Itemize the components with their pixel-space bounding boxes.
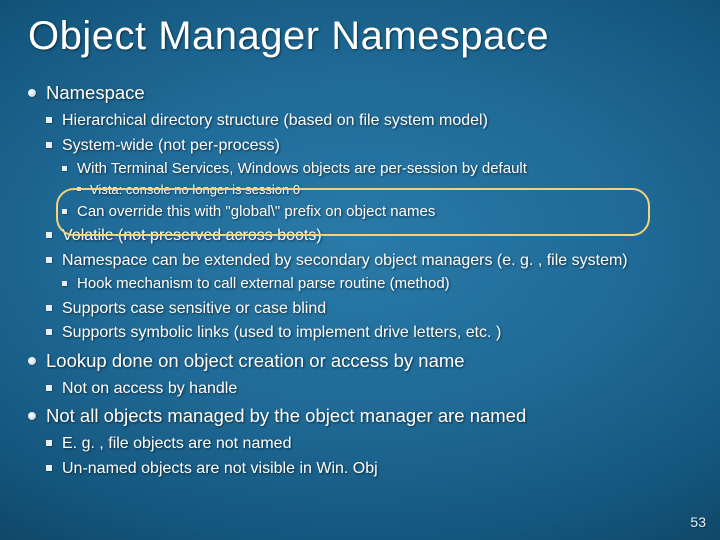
bullet-text: Not on access by handle [62,380,237,397]
bullet-text: Not all objects managed by the object ma… [46,405,526,426]
bullet-l0: Lookup done on object creation or access… [28,349,692,400]
bullet-text: Can override this with "global\" prefix … [77,203,435,220]
bullet-text: Supports case sensitive or case blind [62,300,326,317]
bullet-text: Namespace [46,82,145,103]
bullet-l3: Vista: console no longer is session 0 [77,181,692,199]
bullet-l1: Un-named objects are not visible in Win.… [46,458,692,480]
bullet-text: System-wide (not per-process) [62,137,280,154]
bullet-list: Namespace Hierarchical directory structu… [28,81,692,480]
bullet-l1: Volatile (not preserved across boots) [46,225,692,247]
bullet-text: Hook mechanism to call external parse ro… [77,275,450,292]
bullet-text: Hierarchical directory structure (based … [62,112,488,129]
bullet-l1: Namespace can be extended by secondary o… [46,250,692,295]
bullet-text: With Terminal Services, Windows objects … [77,160,527,177]
bullet-l1: Not on access by handle [46,378,692,400]
bullet-l1: Supports symbolic links (used to impleme… [46,322,692,344]
bullet-l1: Supports case sensitive or case blind [46,298,692,320]
bullet-l1: Hierarchical directory structure (based … [46,110,692,132]
bullet-text: Un-named objects are not visible in Win.… [62,460,378,477]
slide-title: Object Manager Namespace [28,14,692,59]
bullet-l0: Namespace Hierarchical directory structu… [28,81,692,344]
bullet-l1: E. g. , file objects are not named [46,433,692,455]
bullet-l0: Not all objects managed by the object ma… [28,404,692,479]
bullet-l2: With Terminal Services, Windows objects … [62,159,692,199]
bullet-text: Vista: console no longer is session 0 [90,182,300,197]
slide: Object Manager Namespace Namespace Hiera… [0,0,720,540]
bullet-text: Volatile (not preserved across boots) [62,227,322,244]
bullet-l1: System-wide (not per-process) With Termi… [46,135,692,223]
bullet-text: Namespace can be extended by secondary o… [62,252,628,269]
page-number: 53 [690,514,706,530]
bullet-l2: Can override this with "global\" prefix … [62,202,692,222]
bullet-l2: Hook mechanism to call external parse ro… [62,274,692,294]
bullet-text: Supports symbolic links (used to impleme… [62,324,501,341]
bullet-text: E. g. , file objects are not named [62,435,291,452]
bullet-text: Lookup done on object creation or access… [46,350,465,371]
